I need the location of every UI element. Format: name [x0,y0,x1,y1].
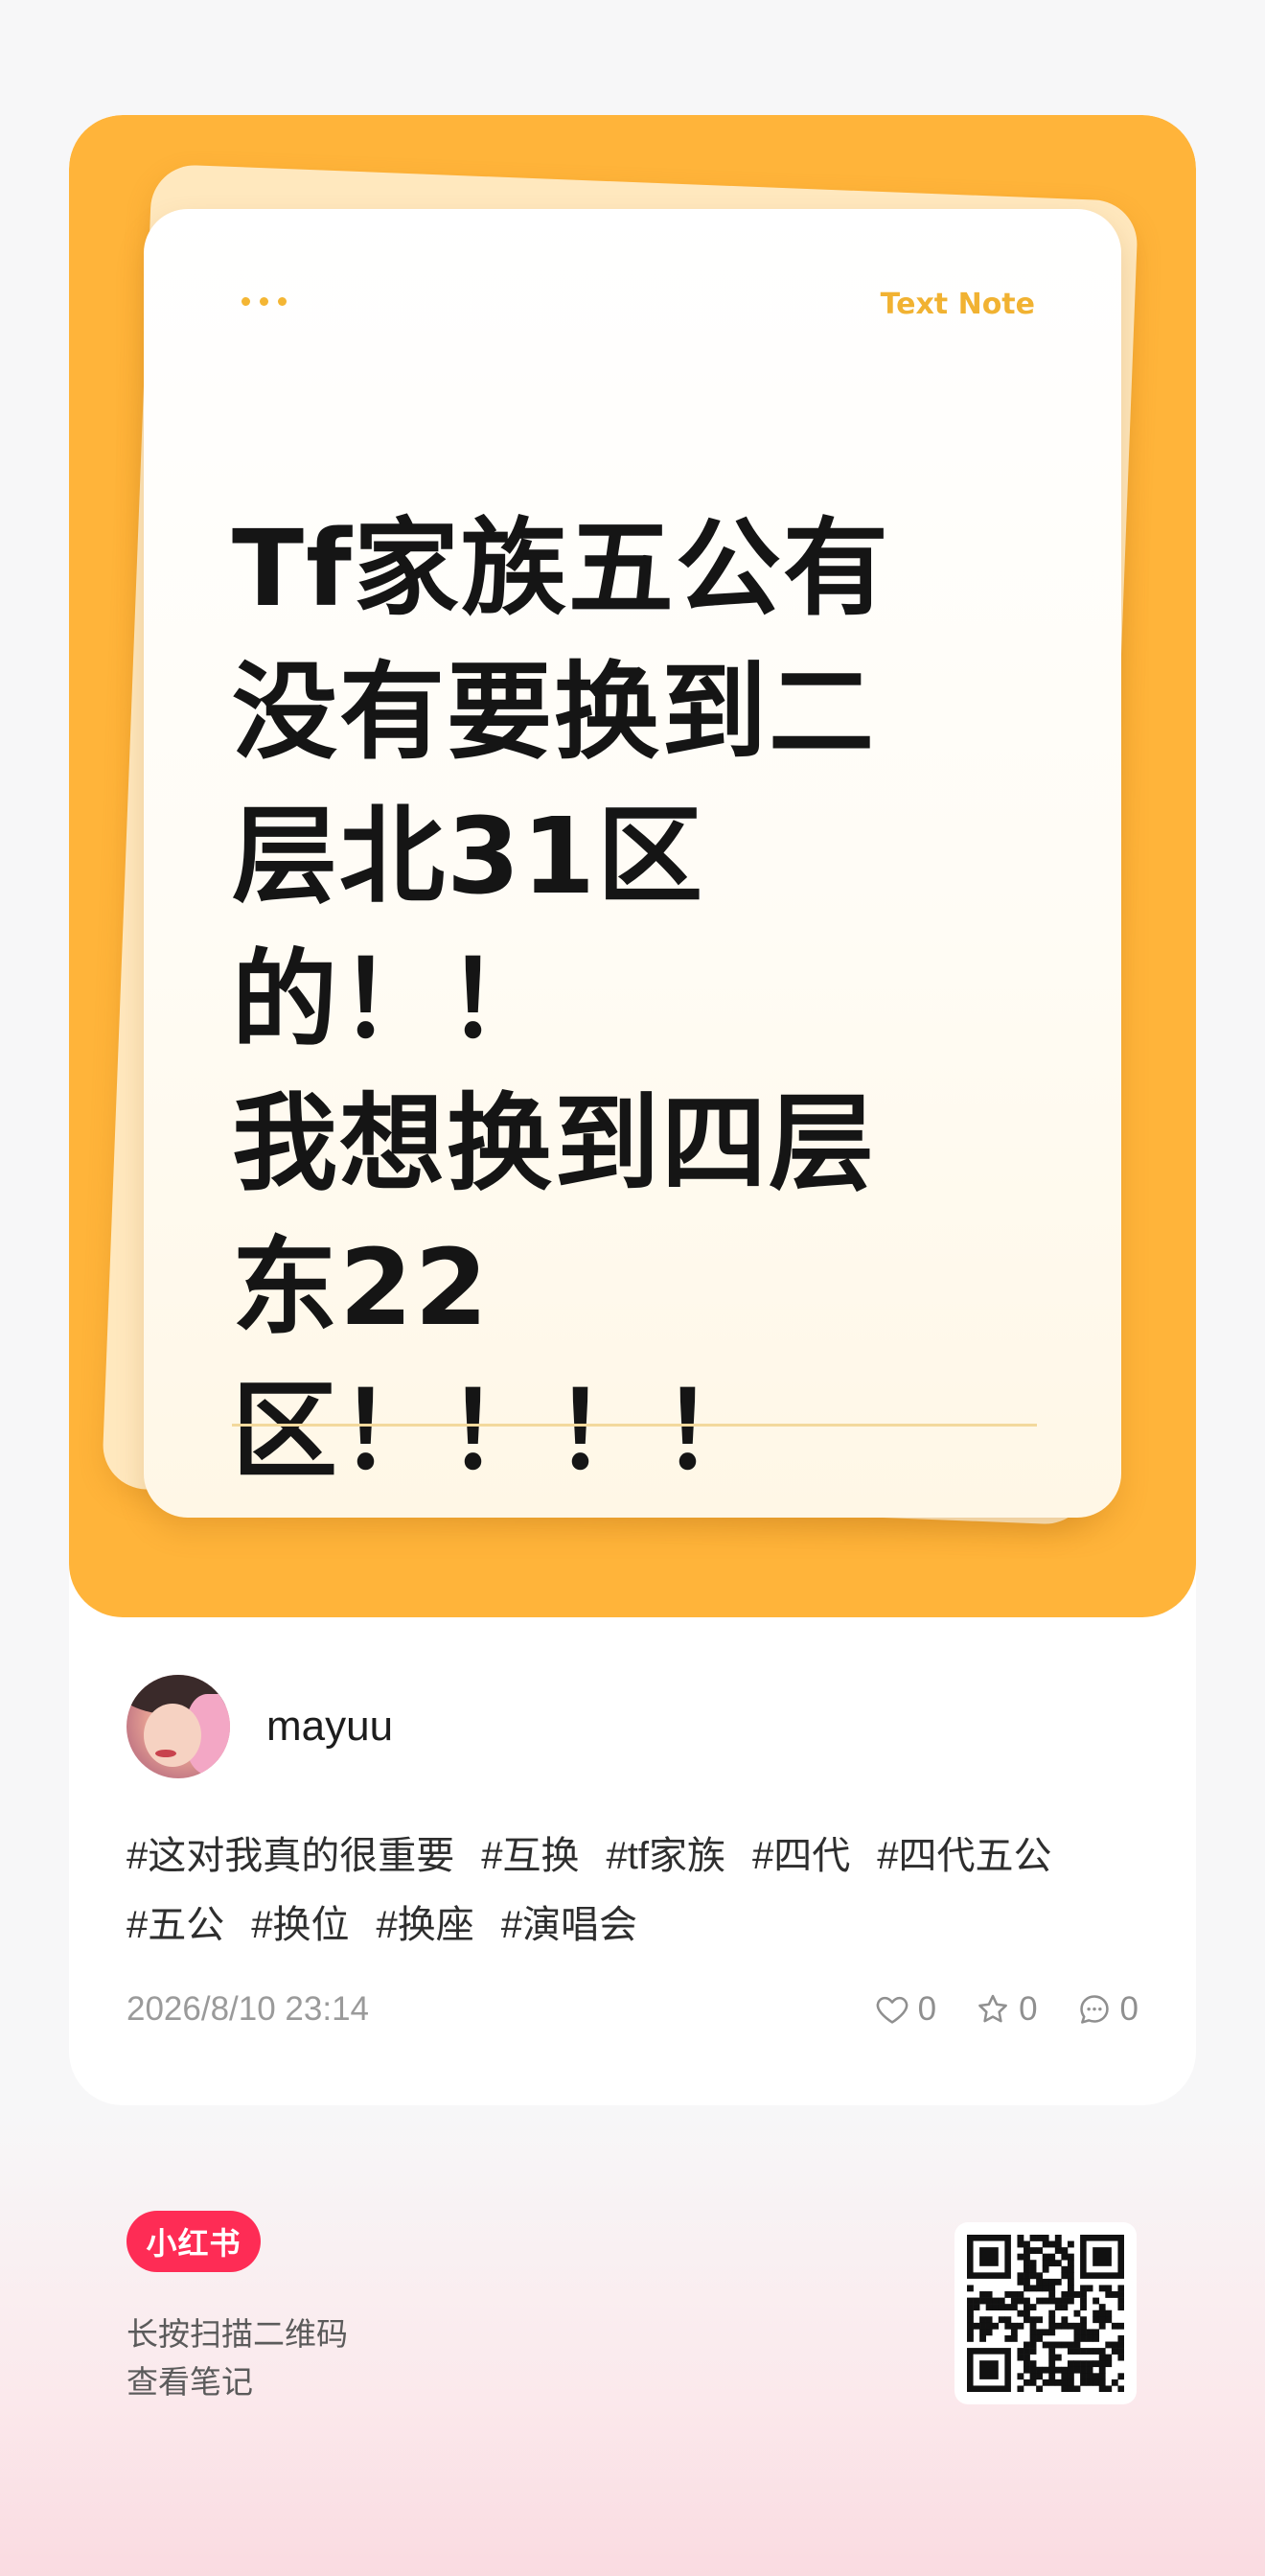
note-cover[interactable]: Text Note Tf家族五公有 没有要换到二 层北31区的！！ 我想换到四层… [69,115,1196,1617]
note-line: 没有要换到二 [232,651,876,774]
star-icon [978,1994,1007,2023]
hashtag[interactable]: #换座 [377,1904,474,1946]
note-line: 层北31区的！！ [232,795,705,1061]
qr-code-icon [967,2235,1124,2392]
hashtag[interactable]: #四代 [752,1835,850,1877]
divider-line [232,1424,1037,1427]
note-card: Text Note Tf家族五公有 没有要换到二 层北31区的！！ 我想换到四层… [69,115,1196,2105]
hashtag[interactable]: #tf家族 [607,1835,725,1877]
comment-icon [1079,1995,1109,2024]
note-body: Tf家族五公有 没有要换到二 层北31区的！！ 我想换到四层 东22区！！！！ [232,497,1018,1503]
qr-code[interactable] [954,2222,1137,2404]
note-line: 我想换到四层 [232,1082,876,1205]
hashtag[interactable]: #这对我真的很重要 [126,1835,454,1877]
author-name[interactable]: mayuu [266,1703,393,1751]
heart-icon [876,1996,908,2024]
hashtag[interactable]: #五公 [126,1904,224,1946]
hashtag[interactable]: #演唱会 [501,1904,637,1946]
note-line: Tf家族五公有 [232,507,890,630]
like-count: 0 [917,1990,937,2028]
scan-hint-line: 查看笔记 [126,2364,253,2400]
collect-count: 0 [1019,1990,1038,2028]
scan-hint-line: 长按扫描二维码 [126,2316,348,2352]
tag-list: #这对我真的很重要 #互换 #tf家族 #四代 #四代五公 #五公 #换位 #换座 #演唱会 [126,1822,1142,1960]
meta-row: 2026/8/10 23:14 0 0 0 [126,1990,1138,2031]
note-type-label: Text Note [880,288,1035,321]
stats-bar: 0 0 0 [874,1990,1138,2029]
like-stat[interactable]: 0 [874,1990,936,2029]
xiaohongshu-logo: 小红书 [126,2211,261,2272]
hashtag[interactable]: #互换 [481,1835,579,1877]
dots-icon [242,297,287,306]
author-row[interactable]: mayuu [126,1675,393,1778]
note-line: 东22区！！！！ [232,1226,769,1493]
hashtag[interactable]: #换位 [251,1904,349,1946]
hashtag[interactable]: #四代五公 [877,1835,1051,1877]
comment-stat[interactable]: 0 [1076,1990,1138,2029]
post-date: 2026/8/10 23:14 [126,1990,370,2028]
avatar[interactable] [126,1675,230,1778]
note-paper: Text Note Tf家族五公有 没有要换到二 层北31区的！！ 我想换到四层… [144,209,1121,1518]
comment-count: 0 [1119,1990,1138,2028]
scan-hint: 长按扫描二维码 查看笔记 [126,2310,348,2406]
collect-stat[interactable]: 0 [975,1990,1038,2029]
